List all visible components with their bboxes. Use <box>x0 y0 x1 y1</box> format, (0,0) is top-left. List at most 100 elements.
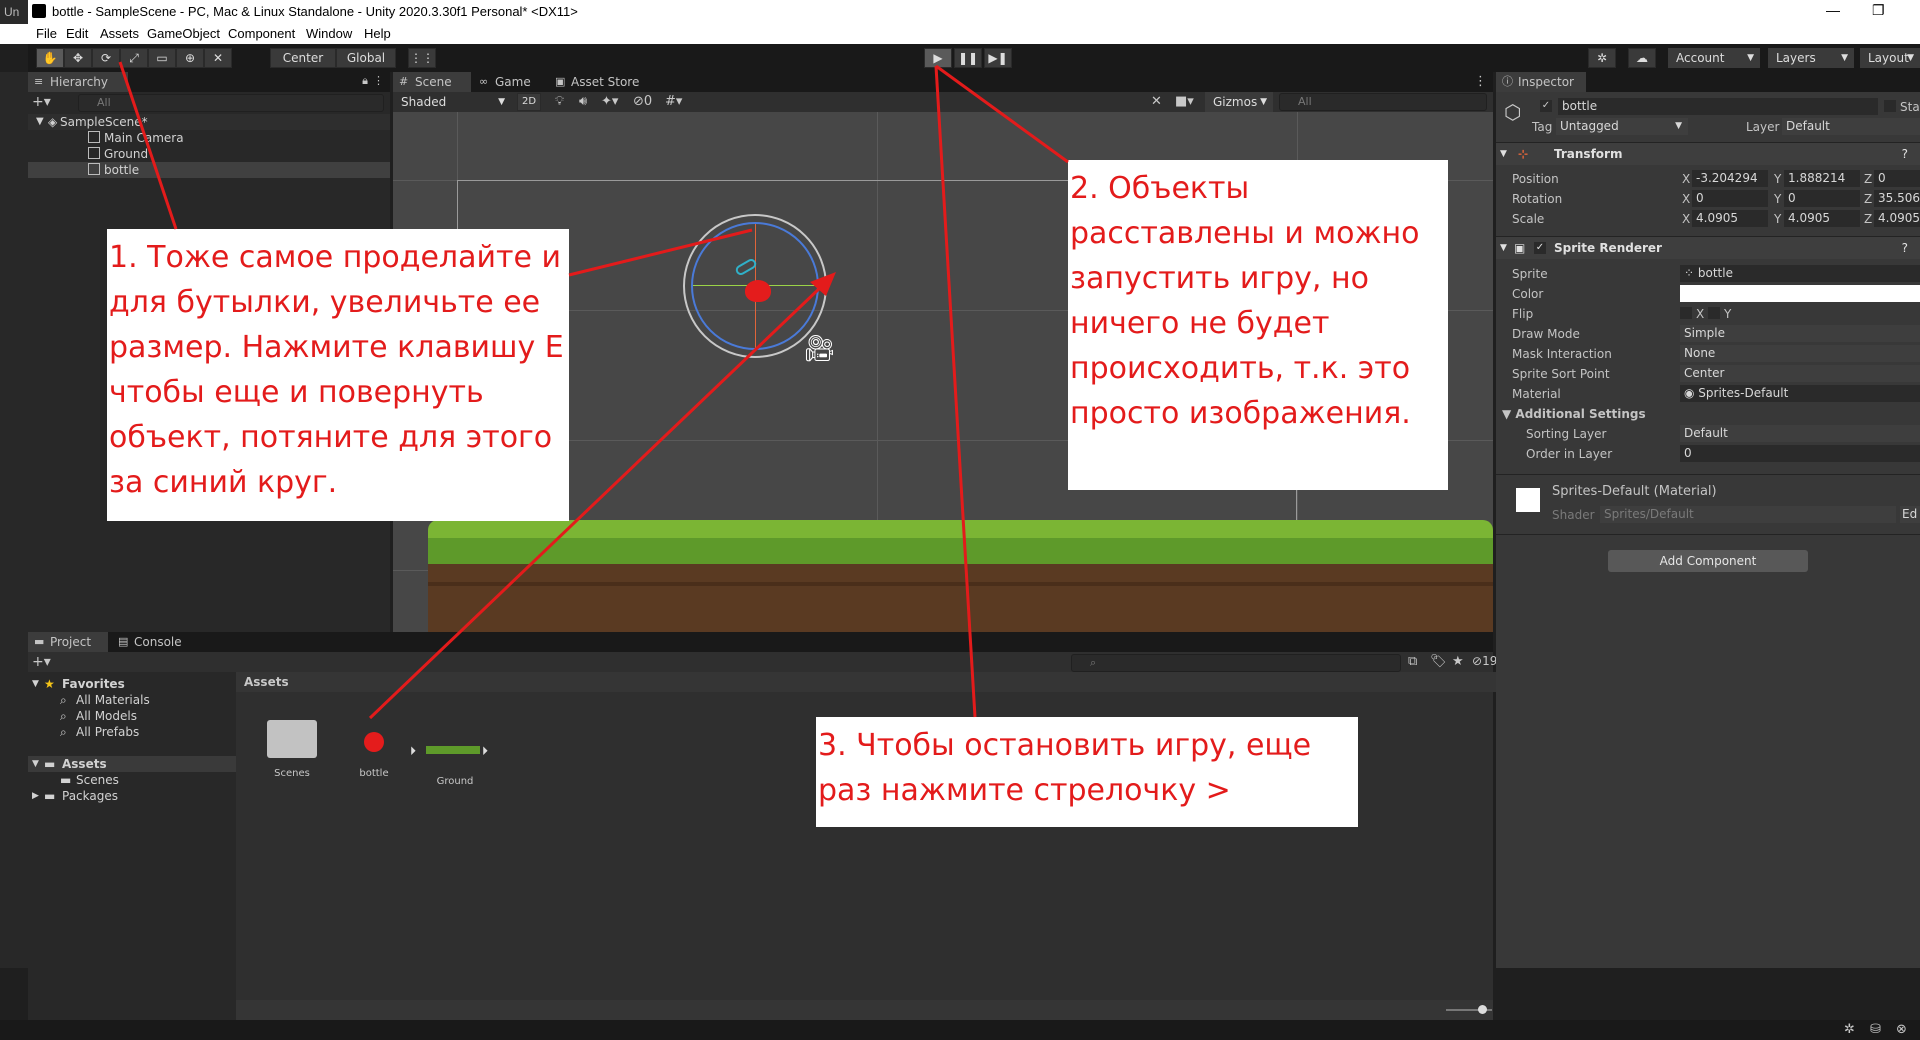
step-button[interactable]: ▶❚ <box>984 48 1012 68</box>
lighting-icon[interactable]: 💡︎ <box>555 94 564 109</box>
menu-assets[interactable]: Assets <box>100 26 139 41</box>
layers-dropdown[interactable]: Layers <box>1768 48 1854 68</box>
cache-icon[interactable]: ⛁ <box>1870 1022 1881 1037</box>
color-swatch[interactable] <box>1680 285 1920 302</box>
hierarchy-search-input[interactable]: All <box>78 94 384 112</box>
tab-asset-store[interactable]: ▣ Asset Store <box>549 72 659 92</box>
position-y-field[interactable]: 1.888214 <box>1784 170 1860 187</box>
scene-search-input[interactable]: All <box>1279 93 1487 111</box>
tree-all-prefabs[interactable]: ⌕ All Prefabs <box>28 724 236 740</box>
add-component-button[interactable]: Add Component <box>1608 550 1808 572</box>
menu-window[interactable]: Window <box>306 26 352 41</box>
debug-icon[interactable]: ✲ <box>1844 1022 1855 1037</box>
menu-component[interactable]: Component <box>228 26 295 41</box>
favorite-star-icon[interactable]: ★ <box>1452 654 1464 669</box>
tree-all-models[interactable]: ⌕ All Models <box>28 708 236 724</box>
play-preview-icon[interactable]: ⏵ <box>410 744 416 759</box>
hand-tool-icon[interactable]: ✋ <box>36 48 64 68</box>
grid-toggle-icon[interactable]: #▾ <box>665 94 682 109</box>
menu-file[interactable]: File <box>36 26 57 41</box>
rotation-z-field[interactable]: 35.506 <box>1874 190 1920 207</box>
menu-gameobject[interactable]: GameObject <box>147 26 220 41</box>
layer-dropdown[interactable]: Default <box>1782 118 1920 135</box>
menu-help[interactable]: Help <box>364 26 391 41</box>
hierarchy-item-ground[interactable]: Ground <box>28 146 390 162</box>
effects-icon[interactable]: ✦▾ <box>601 94 618 109</box>
position-z-field[interactable]: 0 <box>1874 170 1920 187</box>
transform-tool-icon[interactable]: ⊕ <box>176 48 204 68</box>
draw-mode-dropdown[interactable]: Simple <box>1680 325 1920 342</box>
zoom-slider-handle[interactable] <box>1478 1005 1487 1014</box>
minimize-icon[interactable]: — <box>1826 2 1840 18</box>
sorting-layer-dropdown[interactable]: Default <box>1680 425 1920 442</box>
hidden-packages-toggle[interactable]: ⊘19 <box>1472 654 1497 668</box>
shader-edit-button[interactable]: Ed <box>1900 506 1920 523</box>
ground-sprite[interactable] <box>428 520 1493 632</box>
asset-bottle[interactable]: bottle <box>346 714 402 779</box>
pivot-global-button[interactable]: Global <box>336 48 396 68</box>
more-icon[interactable]: ⋮ <box>1474 74 1487 89</box>
help-icon[interactable]: ? <box>1902 143 1908 165</box>
tab-inspector[interactable]: ⓘ Inspector <box>1496 72 1586 92</box>
custom-tool-icon[interactable]: ✕ <box>204 48 232 68</box>
scale-y-field[interactable]: 4.0905 <box>1784 210 1860 227</box>
static-checkbox[interactable] <box>1884 100 1896 112</box>
tab-game[interactable]: ∞ Game <box>473 72 547 92</box>
main-camera-icon[interactable]: 🎥︎ <box>803 334 836 364</box>
tree-favorites[interactable]: ▼ ★ Favorites <box>28 676 236 692</box>
more-icon[interactable]: ⋮ <box>373 74 384 87</box>
camera-icon[interactable]: ■▾ <box>1175 94 1194 109</box>
gizmos-dropdown[interactable]: Gizmos <box>1205 92 1273 112</box>
filter-type-icon[interactable]: ⧉ <box>1408 654 1417 669</box>
collab-icon[interactable]: ✲ <box>1588 48 1616 68</box>
project-search-input[interactable]: ⌕ <box>1071 654 1401 672</box>
progress-icon[interactable]: ⊗ <box>1896 1022 1907 1037</box>
mask-interaction-dropdown[interactable]: None <box>1680 345 1920 362</box>
sprite-renderer-enabled-checkbox[interactable]: ✓ <box>1534 242 1546 254</box>
help-icon[interactable]: ? <box>1902 237 1908 259</box>
tag-dropdown[interactable]: Untagged <box>1556 118 1688 135</box>
scale-x-field[interactable]: 4.0905 <box>1692 210 1768 227</box>
grid-snap-icon[interactable]: ⋮⋮ <box>408 48 436 68</box>
pause-button[interactable]: ❚❚ <box>954 48 982 68</box>
tab-hierarchy[interactable]: ≡ Hierarchy <box>28 72 128 92</box>
layout-dropdown[interactable]: Layout <box>1860 48 1920 68</box>
tab-project[interactable]: ▬ Project <box>28 632 108 652</box>
object-name-field[interactable]: bottle <box>1558 98 1878 115</box>
tree-packages[interactable]: ▶ ▬ Packages <box>28 788 236 804</box>
tree-scenes[interactable]: ▬ Scenes <box>28 772 236 788</box>
flip-y-checkbox[interactable] <box>1708 307 1720 319</box>
active-checkbox[interactable]: ✓ <box>1540 100 1552 112</box>
flip-x-checkbox[interactable] <box>1680 307 1692 319</box>
tree-all-materials[interactable]: ⌕ All Materials <box>28 692 236 708</box>
order-in-layer-field[interactable]: 0 <box>1680 445 1920 462</box>
position-x-field[interactable]: -3.204294 <box>1692 170 1768 187</box>
additional-settings-foldout[interactable]: ▼ Additional Settings <box>1502 407 1646 421</box>
tab-console[interactable]: ▤ Console <box>112 632 196 652</box>
play-preview-icon[interactable]: ⏵ <box>482 744 488 759</box>
account-dropdown[interactable]: Account <box>1668 48 1760 68</box>
hierarchy-item-main-camera[interactable]: Main Camera <box>28 130 390 146</box>
sort-point-dropdown[interactable]: Center <box>1680 365 1920 382</box>
filter-label-icon[interactable]: 🏷︎ <box>1430 654 1447 669</box>
shader-dropdown[interactable]: Sprites/Default <box>1600 506 1896 523</box>
tools-icon[interactable]: ✕ <box>1151 94 1162 109</box>
bottle-sprite[interactable] <box>745 280 771 302</box>
scene-root-row[interactable]: ▼ ◈ SampleScene* <box>28 114 390 130</box>
material-field[interactable]: ◉ Sprites-Default <box>1680 385 1920 402</box>
shading-dropdown[interactable]: Shaded <box>393 92 511 112</box>
sprite-field[interactable]: ⁘ bottle <box>1680 265 1920 282</box>
rotation-y-field[interactable]: 0 <box>1784 190 1860 207</box>
add-asset-icon[interactable]: +▾ <box>32 654 51 670</box>
rotate-tool-icon[interactable]: ⟳ <box>92 48 120 68</box>
add-icon[interactable]: +▾ <box>32 94 51 110</box>
move-tool-icon[interactable]: ✥ <box>64 48 92 68</box>
hierarchy-item-bottle[interactable]: bottle <box>28 162 390 178</box>
menu-edit[interactable]: Edit <box>66 26 88 41</box>
restore-icon[interactable]: ❐ <box>1872 2 1885 19</box>
hidden-objects-icon[interactable]: ⊘0 <box>633 94 652 109</box>
tab-scene[interactable]: # Scene <box>393 72 471 92</box>
rotation-x-field[interactable]: 0 <box>1692 190 1768 207</box>
rect-tool-icon[interactable]: ▭ <box>148 48 176 68</box>
breadcrumb-assets[interactable]: Assets <box>244 675 289 689</box>
